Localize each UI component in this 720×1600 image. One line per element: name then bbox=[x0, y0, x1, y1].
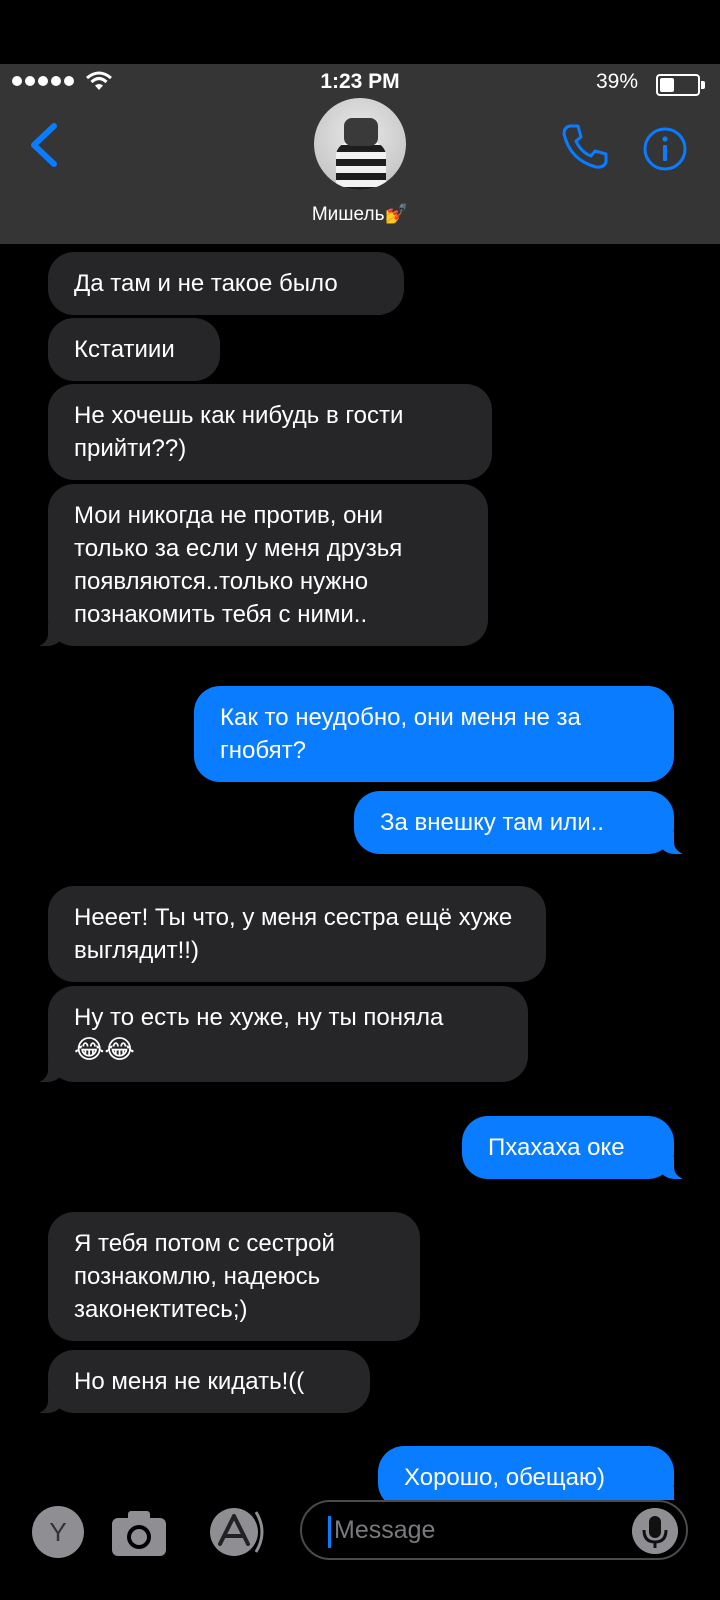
message-outgoing[interactable]: Пхахаха оке bbox=[462, 1116, 692, 1179]
message-incoming[interactable]: Нееет! Ты что, у меня сестра ещё хуже вы… bbox=[48, 886, 546, 982]
top-black-strip bbox=[0, 0, 720, 64]
text-caret bbox=[328, 1516, 331, 1548]
phone-icon[interactable] bbox=[560, 122, 610, 172]
message-incoming[interactable]: Мои никогда не против, они только за есл… bbox=[30, 484, 488, 646]
message-text: Я тебя потом с сестрой познакомлю, надею… bbox=[74, 1230, 335, 1323]
message-text: Хорошо, обещаю) bbox=[404, 1464, 605, 1491]
message-incoming[interactable]: Не хочешь как нибудь в гости прийти??) bbox=[48, 384, 492, 480]
message-placeholder: Message bbox=[334, 1516, 436, 1544]
message-text: Кстатиии bbox=[74, 336, 175, 363]
message-text: Не хочешь как нибудь в гости прийти??) bbox=[74, 402, 404, 462]
message-text: За внешку там или.. bbox=[380, 809, 604, 836]
info-icon[interactable] bbox=[642, 126, 688, 172]
microphone-icon[interactable] bbox=[632, 1508, 678, 1554]
message-text: Но меня не кидать!(( bbox=[74, 1368, 305, 1395]
message-outgoing[interactable]: За внешку там или.. bbox=[354, 791, 692, 854]
back-chevron-icon[interactable] bbox=[24, 120, 64, 170]
message-text: Нееет! Ты что, у меня сестра ещё хуже вы… bbox=[74, 904, 513, 964]
contact-name[interactable]: Мишель💅 bbox=[0, 202, 720, 226]
contact-avatar[interactable] bbox=[314, 98, 406, 190]
battery-icon bbox=[656, 74, 705, 96]
message-text: Да там и не такое было bbox=[74, 270, 338, 297]
battery-percentage: 39% bbox=[595, 70, 638, 93]
laughing-emoji: 😂😂 bbox=[74, 1035, 135, 1065]
message-incoming[interactable]: Ну то есть не хуже, ну ты поняла 😂😂 bbox=[30, 986, 528, 1082]
app-store-icon[interactable] bbox=[204, 1506, 270, 1558]
message-incoming[interactable]: Я тебя потом с сестрой познакомлю, надею… bbox=[48, 1212, 420, 1341]
message-text: Ну то есть не хуже, ну ты поняла bbox=[74, 1004, 444, 1031]
apps-drawer-button[interactable]: Y bbox=[32, 1506, 84, 1558]
camera-icon[interactable] bbox=[110, 1506, 168, 1558]
message-incoming[interactable]: Кстатиии bbox=[48, 318, 220, 381]
message-outgoing[interactable]: Как то неудобно, они меня не за гнобят? bbox=[194, 686, 674, 782]
message-incoming[interactable]: Но меня не кидать!(( bbox=[30, 1350, 370, 1413]
message-text: Мои никогда не против, они только за есл… bbox=[74, 502, 403, 628]
message-text: Пхахаха оке bbox=[488, 1134, 625, 1161]
message-text: Как то неудобно, они меня не за гнобят? bbox=[220, 704, 581, 764]
status-bar: 1:23 PM 39% bbox=[0, 68, 720, 98]
message-input[interactable]: Message bbox=[300, 1500, 688, 1560]
message-incoming[interactable]: Да там и не такое было bbox=[48, 252, 404, 315]
